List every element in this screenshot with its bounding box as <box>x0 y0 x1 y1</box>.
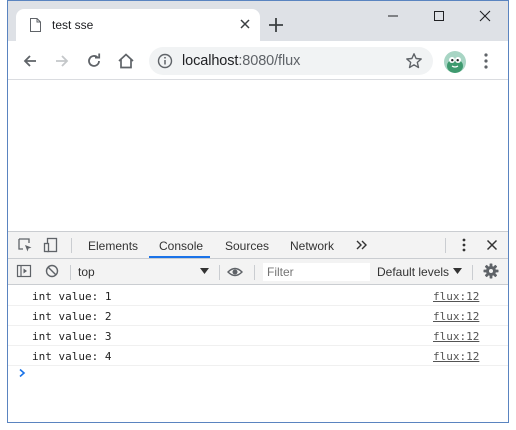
filter-input[interactable] <box>263 263 370 281</box>
separator <box>472 265 473 280</box>
close-tab-icon[interactable] <box>237 16 253 32</box>
message-text: int value: 1 <box>32 290 112 303</box>
separator <box>71 238 72 253</box>
tab-elements[interactable]: Elements <box>88 239 138 253</box>
separator <box>70 265 71 280</box>
clear-console-icon[interactable] <box>44 263 60 279</box>
reload-button[interactable] <box>82 49 106 73</box>
page-viewport <box>8 81 508 231</box>
message-source-link[interactable]: flux:12 <box>433 330 479 343</box>
tab-title: test sse <box>52 18 94 32</box>
separator <box>219 265 220 280</box>
url-text: localhost:8080/flux <box>182 53 300 69</box>
profile-avatar[interactable] <box>444 51 466 73</box>
info-icon[interactable] <box>157 53 173 69</box>
active-tab-indicator <box>149 256 210 258</box>
home-button[interactable] <box>114 49 138 73</box>
message-source-link[interactable]: flux:12 <box>433 310 479 323</box>
close-devtools-icon[interactable] <box>484 237 500 253</box>
close-window-button[interactable] <box>462 1 508 31</box>
url-host: localhost <box>182 53 239 69</box>
show-sidebar-icon[interactable] <box>16 263 32 279</box>
back-arrow-icon <box>23 55 36 67</box>
tab-console[interactable]: Console <box>159 239 203 253</box>
close-icon <box>479 10 491 22</box>
levels-dropdown-arrow-icon[interactable] <box>453 268 462 275</box>
title-bar: test sse <box>8 1 508 41</box>
profile-icon <box>447 57 463 73</box>
address-bar[interactable]: localhost:8080/flux <box>149 47 433 75</box>
context-select[interactable]: top <box>78 265 95 279</box>
forward-arrow-icon <box>56 55 69 67</box>
message-source-link[interactable]: flux:12 <box>433 350 479 363</box>
devtools-panel: Elements Console Sources Network top Fil… <box>8 231 508 422</box>
context-dropdown-arrow-icon[interactable] <box>200 268 209 275</box>
tab-sources[interactable]: Sources <box>225 239 269 253</box>
message-text: int value: 4 <box>32 350 112 363</box>
separator <box>254 265 255 280</box>
new-tab-icon[interactable] <box>266 15 286 35</box>
inspect-element-icon[interactable] <box>17 237 33 253</box>
browser-menu-icon[interactable] <box>478 51 494 71</box>
console-prompt-chevron-icon[interactable] <box>17 368 27 378</box>
forward-button[interactable] <box>50 49 74 73</box>
browser-toolbar: localhost:8080/flux <box>8 41 508 80</box>
maximize-icon <box>434 11 444 21</box>
minimize-icon <box>388 15 398 17</box>
console-message: int value: 1 flux:12 <box>8 286 508 306</box>
console-message: int value: 3 flux:12 <box>8 326 508 346</box>
message-text: int value: 2 <box>32 310 112 323</box>
bookmark-star-icon[interactable] <box>405 52 423 70</box>
live-expression-eye-icon[interactable] <box>227 264 243 280</box>
browser-window: test sse localhost:8080/flux Elements Co… <box>7 0 509 423</box>
console-message: int value: 2 flux:12 <box>8 306 508 326</box>
devtools-tab-bar: Elements Console Sources Network <box>8 232 508 259</box>
reload-icon <box>88 53 101 67</box>
url-path: :8080/flux <box>238 53 301 69</box>
console-message: int value: 4 flux:12 <box>8 346 508 366</box>
home-icon <box>118 53 134 69</box>
message-text: int value: 3 <box>32 330 112 343</box>
tab-network[interactable]: Network <box>290 239 334 253</box>
browser-tab[interactable]: test sse <box>16 9 260 41</box>
console-toolbar: top Default levels <box>8 259 508 285</box>
device-toolbar-icon[interactable] <box>43 237 59 253</box>
console-settings-gear-icon[interactable] <box>483 263 499 279</box>
separator <box>445 238 446 253</box>
document-icon <box>30 18 41 32</box>
back-button[interactable] <box>18 49 42 73</box>
more-tabs-chevron-icon[interactable] <box>354 237 370 253</box>
minimize-button[interactable] <box>370 1 416 31</box>
message-source-link[interactable]: flux:12 <box>433 290 479 303</box>
console-messages: int value: 1 flux:12 int value: 2 flux:1… <box>8 286 508 366</box>
log-levels-select[interactable]: Default levels <box>377 265 449 279</box>
devtools-menu-icon[interactable] <box>456 237 472 253</box>
maximize-button[interactable] <box>416 1 462 31</box>
